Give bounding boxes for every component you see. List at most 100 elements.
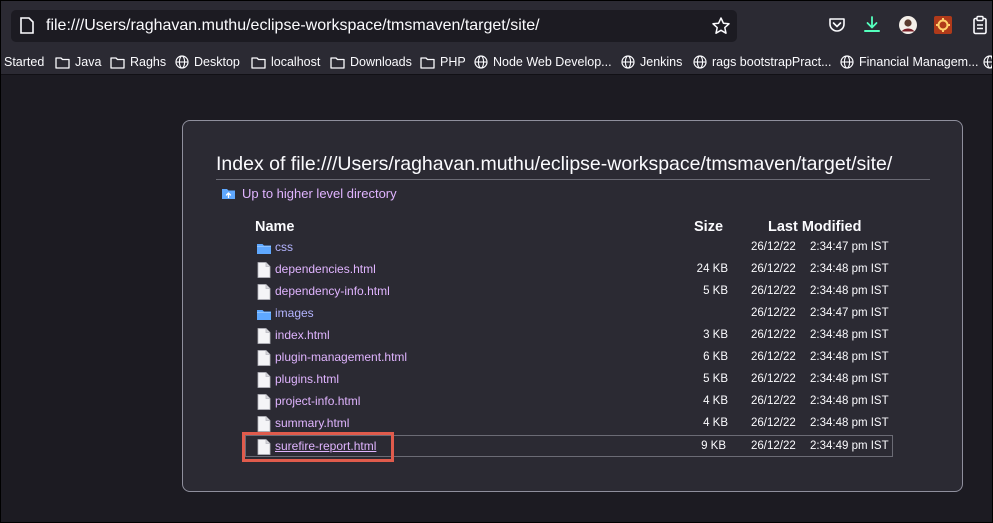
file-icon bbox=[257, 284, 271, 300]
globe-icon bbox=[621, 55, 635, 69]
bookmark-label: Desktop bbox=[194, 55, 240, 69]
column-header-size[interactable]: Size bbox=[694, 219, 723, 235]
file-date: 26/12/22 bbox=[751, 395, 796, 407]
folder-icon bbox=[55, 56, 70, 69]
bookmark-label: rags bootstrapPract... bbox=[712, 55, 832, 69]
folder-icon bbox=[420, 56, 435, 69]
bookmark-label: localhost bbox=[271, 55, 321, 69]
file-size: 6 KB bbox=[703, 351, 728, 363]
file-date: 26/12/22 bbox=[751, 373, 796, 385]
file-size: 4 KB bbox=[703, 395, 728, 407]
file-time: 2:34:48 pm IST bbox=[810, 417, 889, 429]
file-date: 26/12/22 bbox=[751, 417, 796, 429]
file-link[interactable]: images bbox=[275, 306, 314, 320]
downloads-icon[interactable] bbox=[862, 15, 882, 35]
file-date: 26/12/22 bbox=[751, 329, 796, 341]
bookmark-label: Node Web Develop... bbox=[493, 55, 612, 69]
file-row[interactable]: project-info.html 4 KB 26/12/22 2:34:48 pm … bbox=[246, 391, 894, 413]
file-icon bbox=[257, 328, 271, 344]
url-text[interactable]: file:///Users/raghavan.muthu/eclipse-wor… bbox=[46, 17, 540, 35]
bookmark-label: Downloads bbox=[350, 55, 412, 69]
file-time: 2:34:47 pm IST bbox=[810, 307, 889, 319]
browser-toolbar: file:///Users/raghavan.muthu/eclipse-wor… bbox=[0, 0, 993, 50]
globe-icon bbox=[983, 55, 993, 69]
file-icon bbox=[257, 372, 271, 388]
bookmarks-toolbar: Started Java Raghs Desktop localhost Dow… bbox=[0, 50, 993, 75]
globe-icon bbox=[693, 55, 707, 69]
file-icon bbox=[257, 394, 271, 410]
file-link[interactable]: dependencies.html bbox=[275, 262, 376, 276]
file-size: 24 KB bbox=[696, 263, 728, 275]
directory-row[interactable]: css 26/12/22 2:34:47 pm IST bbox=[246, 237, 894, 259]
file-link[interactable]: plugin-management.html bbox=[275, 350, 407, 364]
bookmark-label: Java bbox=[75, 55, 102, 69]
bookmark-rags-bootstrap[interactable]: rags bootstrapPract... bbox=[693, 53, 832, 71]
directory-row[interactable]: images 26/12/22 2:34:47 pm IST bbox=[246, 303, 894, 325]
file-link[interactable]: summary.html bbox=[275, 416, 349, 430]
file-link[interactable]: index.html bbox=[275, 328, 330, 342]
bookmark-php[interactable]: PHP bbox=[420, 53, 466, 71]
bookmark-label: Raghs bbox=[130, 55, 167, 69]
file-size: 4 KB bbox=[703, 417, 728, 429]
file-time: 2:34:48 pm IST bbox=[810, 395, 889, 407]
file-link[interactable]: dependency-info.html bbox=[275, 284, 390, 298]
file-time: 2:34:48 pm IST bbox=[810, 373, 889, 385]
globe-icon bbox=[474, 55, 488, 69]
file-icon bbox=[257, 350, 271, 366]
file-date: 26/12/22 bbox=[751, 263, 796, 275]
bookmark-label: PHP bbox=[440, 55, 466, 69]
bookmark-jenkins[interactable]: Jenkins bbox=[621, 53, 682, 71]
globe-icon bbox=[840, 55, 854, 69]
bookmark-downloads[interactable]: Downloads bbox=[330, 53, 412, 71]
bookmark-star-icon[interactable] bbox=[711, 16, 731, 36]
bookmark-financial-management[interactable]: Financial Managem... bbox=[840, 53, 979, 71]
bookmark-desktop[interactable]: Desktop bbox=[175, 53, 240, 71]
folder-icon bbox=[110, 56, 125, 69]
file-size: 3 KB bbox=[703, 329, 728, 341]
file-date: 26/12/22 bbox=[751, 241, 796, 253]
file-link[interactable]: plugins.html bbox=[275, 372, 339, 386]
clipboard-icon[interactable] bbox=[970, 15, 990, 35]
file-time: 2:34:48 pm IST bbox=[810, 329, 889, 341]
file-time: 2:34:48 pm IST bbox=[810, 263, 889, 275]
bookmark-node-web-develop[interactable]: Node Web Develop... bbox=[474, 53, 612, 71]
file-date: 26/12/22 bbox=[751, 351, 796, 363]
page-title: Index of file:///Users/raghavan.muthu/ec… bbox=[216, 153, 930, 180]
pocket-icon[interactable] bbox=[827, 15, 847, 35]
bookmark-label: Financial Managem... bbox=[859, 55, 979, 69]
bookmark-java[interactable]: Java bbox=[55, 53, 101, 71]
column-header-name[interactable]: Name bbox=[255, 219, 295, 235]
file-date: 26/12/22 bbox=[751, 285, 796, 297]
bookmark-raghs[interactable]: Raghs bbox=[110, 53, 166, 71]
file-link[interactable]: project-info.html bbox=[275, 394, 360, 408]
file-size: 5 KB bbox=[703, 285, 728, 297]
file-size: 9 KB bbox=[701, 440, 726, 452]
file-row[interactable]: index.html 3 KB 26/12/22 2:34:48 pm IST bbox=[246, 325, 894, 347]
file-link[interactable]: css bbox=[275, 240, 293, 254]
file-date: 26/12/22 bbox=[751, 440, 796, 452]
file-row[interactable]: plugins.html 5 KB 26/12/22 2:34:48 pm IST bbox=[246, 369, 894, 391]
bookmark-started[interactable]: Started bbox=[4, 53, 44, 71]
column-header-last-modified[interactable]: Last Modified bbox=[768, 219, 861, 235]
bookmark-label: Jenkins bbox=[640, 55, 683, 69]
bookmarks-overflow[interactable] bbox=[983, 53, 993, 71]
file-date: 26/12/22 bbox=[751, 307, 796, 319]
folder-icon bbox=[257, 310, 271, 320]
file-time: 2:34:49 pm IST bbox=[810, 440, 889, 452]
file-time: 2:34:48 pm IST bbox=[810, 285, 889, 297]
extension-icon[interactable] bbox=[933, 15, 953, 35]
bookmark-localhost[interactable]: localhost bbox=[251, 53, 320, 71]
file-icon bbox=[257, 416, 271, 432]
globe-icon bbox=[175, 55, 189, 69]
file-row[interactable]: dependencies.html 24 KB 26/12/22 2:34:48 pm… bbox=[246, 259, 894, 281]
file-size: 5 KB bbox=[703, 373, 728, 385]
folder-icon bbox=[257, 244, 271, 254]
account-avatar[interactable] bbox=[898, 15, 918, 35]
url-bar[interactable]: file:///Users/raghavan.muthu/eclipse-wor… bbox=[11, 10, 737, 42]
file-row[interactable]: dependency-info.html 5 KB 26/12/22 2:34:48 … bbox=[246, 281, 894, 303]
annotation-highlight-box bbox=[242, 432, 394, 462]
folder-icon bbox=[251, 56, 266, 69]
up-directory-link[interactable]: Up to higher level directory bbox=[221, 186, 397, 201]
file-row[interactable]: plugin-management.html 6 KB 26/12/22 2:34:4… bbox=[246, 347, 894, 369]
page-icon bbox=[20, 17, 34, 34]
